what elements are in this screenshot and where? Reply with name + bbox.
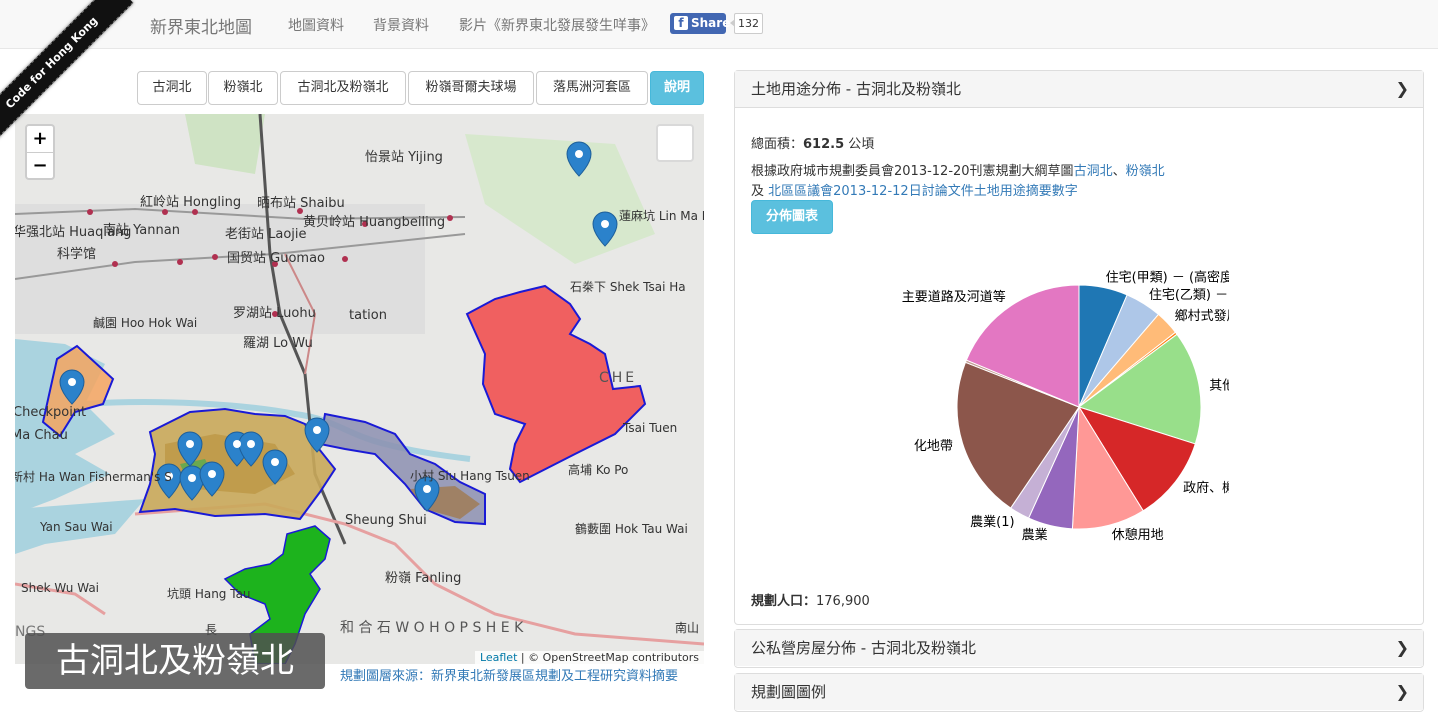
pie-slices	[956, 284, 1202, 530]
nav-background[interactable]: 背景資料	[373, 15, 429, 35]
landuse-panel-heading[interactable]: 土地用途分佈 - 古洞北及粉嶺北 ❯	[735, 71, 1423, 108]
pie-label-9: 化地帶	[914, 439, 953, 454]
label-lin-ma-hang: 蓮麻坑 Lin Ma H	[619, 208, 704, 223]
source-line-2: 及 北區區議會2013-12-12日討論文件土地用途摘要數字	[751, 180, 1078, 199]
map-source-link[interactable]: 規劃圖層來源：新界東北新發展區規劃及工程研究資料摘要	[340, 665, 678, 684]
total-area-value: 612.5	[803, 137, 845, 152]
housing-title: 公私營房屋分佈 - 古洞北及粉嶺北	[751, 639, 976, 657]
label-tsai-tuen: Tsai Tuen	[622, 421, 677, 435]
label-kexueguan: 科学馆	[57, 246, 96, 262]
source-link-ktn[interactable]: 古洞北	[1074, 164, 1113, 179]
label-che: CHE	[599, 370, 637, 386]
navbar: 新界東北地圖 地圖資料 背景資料 影片《新界東北發展發生咩事》 f Share …	[0, 0, 1438, 49]
facebook-share-button[interactable]: f Share	[670, 13, 730, 34]
label-fanling: 粉嶺 Fanling	[385, 571, 461, 586]
label-luohu: 罗湖站 Luohu	[233, 306, 316, 321]
label-ko-po: 高埔 Ko Po	[568, 462, 628, 477]
label-shek-tsai-ha: 石桊下 Shek Tsai Ha	[570, 280, 686, 294]
source-link-fln[interactable]: 粉嶺北	[1126, 164, 1165, 179]
park-northeast	[465, 134, 655, 264]
code-for-hk-ribbon[interactable]: Code for Hong Kong	[0, 0, 134, 145]
label-guomao: 国贸站 Guomao	[227, 251, 325, 266]
housing-panel: 公私營房屋分佈 - 古洞北及粉嶺北 ❯	[734, 629, 1424, 668]
chevron-right-icon: ❯	[1395, 79, 1409, 98]
population-label: 規劃人口：	[751, 594, 817, 609]
distribution-chart-button[interactable]: 分佈圖表	[751, 200, 833, 234]
region-title-overlay: 古洞北及粉嶺北	[25, 633, 325, 689]
osm-attribution: | © OpenStreetMap contributors	[520, 651, 699, 664]
legend-panel: 規劃圖圖例 ❯	[734, 673, 1424, 712]
label-sheung-shui: Sheung Shui	[345, 513, 427, 528]
label-yijing: 怡景站 Yijing	[365, 150, 443, 165]
ribbon-container: Code for Hong Kong	[0, 0, 150, 150]
label-shek-wu-wai: Shek Wu Wai	[21, 581, 99, 595]
map[interactable]: 怡景站 Yijing 紅岭站 Hongling 晒布站 Shaibu 黄贝岭站 …	[15, 114, 704, 664]
label-hok-tau-wai: 鶴藪圍 Hok Tau Wai	[575, 521, 688, 536]
share-count: 132	[730, 13, 763, 34]
pie-label-7: 農業	[1022, 527, 1048, 543]
source-link-district-council[interactable]: 北區區議會2013-12-12日討論文件土地用途摘要數字	[768, 184, 1078, 199]
brand-title[interactable]: 新界東北地圖	[150, 13, 252, 38]
zoom-out-button[interactable]: −	[27, 153, 53, 179]
label-hongling: 紅岭站 Hongling	[140, 195, 241, 210]
pie-label-0: 住宅(甲類) － (高密度)	[1106, 270, 1239, 286]
label-hoo-hok-wai: 鹹園 Hoo Hok Wai	[93, 315, 197, 330]
label-shaibu: 晒布站 Shaibu	[257, 196, 345, 211]
nav-video[interactable]: 影片《新界東北發展發生咩事》	[459, 15, 655, 35]
label-yannan: 南站 Yannan	[103, 222, 180, 238]
label-wo-hop-shek: 和 合 石 W O H O P S H E K	[340, 620, 524, 636]
legend-panel-heading[interactable]: 規劃圖圖例 ❯	[735, 674, 1423, 710]
btn-ktn-and-fln[interactable]: 古洞北及粉嶺北	[280, 71, 406, 105]
landuse-title: 土地用途分佈 - 古洞北及粉嶺北	[751, 80, 961, 98]
map-attribution: Leaflet | © OpenStreetMap contributors	[474, 651, 704, 664]
facebook-icon: f	[674, 16, 688, 30]
label-laojie: 老街站 Laojie	[225, 227, 307, 242]
source-line-1: 根據政府城市規劃委員會2013-12-20刊憲規劃大綱草圖古洞北、粉嶺北	[751, 160, 1165, 179]
park-north	[185, 114, 265, 174]
map-canvas: 怡景站 Yijing 紅岭站 Hongling 晒布站 Shaibu 黄贝岭站 …	[15, 114, 704, 664]
btn-info[interactable]: 說明	[650, 71, 704, 105]
pie-label-4: 其他指定	[1209, 378, 1261, 393]
legend-title: 規劃圖圖例	[751, 683, 827, 701]
pie-label-11: 主要道路及河道等	[902, 289, 1006, 305]
population-value: 176,900	[816, 594, 870, 609]
label-station: tation	[349, 308, 387, 323]
leaflet-link[interactable]: Leaflet	[480, 651, 517, 664]
map-layer-control[interactable]	[656, 124, 694, 162]
pie-label-6: 休憩用地	[1112, 527, 1164, 543]
label-checkpoint: Checkpoint	[15, 405, 86, 420]
total-area-label: 總面積：	[751, 137, 804, 152]
source-separator: 、	[1112, 164, 1126, 179]
label-ma-chau: Ma Chau	[15, 428, 68, 443]
label-lo-wu: 羅湖 Lo Wu	[243, 336, 313, 351]
landuse-panel: 土地用途分佈 - 古洞北及粉嶺北 ❯ 總面積：612.5 公頃 根據政府城市規劃…	[734, 70, 1424, 625]
source-and: 及	[751, 184, 769, 199]
chevron-right-icon: ❯	[1395, 682, 1409, 701]
pie-label-8: 農業(1)	[970, 514, 1014, 530]
label-ha-wan: 新村 Ha Wan Fisherman's S	[15, 469, 172, 484]
label-hang-tau: 坑頭 Hang Tau	[167, 586, 251, 601]
housing-panel-heading[interactable]: 公私營房屋分佈 - 古洞北及粉嶺北 ❯	[735, 630, 1423, 666]
planned-population: 規劃人口：176,900	[751, 590, 870, 609]
btn-fanling-north[interactable]: 粉嶺北	[208, 71, 278, 105]
nav-map-data[interactable]: 地圖資料	[288, 15, 344, 35]
chevron-right-icon: ❯	[1395, 638, 1409, 657]
label-huangbeiling: 黄贝岭站 Huangbeiling	[303, 215, 445, 230]
source-text: 根據政府城市規劃委員會2013-12-20刊憲規劃大綱草圖	[751, 164, 1074, 179]
btn-lok-ma-chau-loop[interactable]: 落馬洲河套區	[536, 71, 648, 105]
total-area-unit: 公頃	[844, 137, 875, 152]
pie-label-5: 政府、機構或社	[1183, 480, 1274, 496]
pie-label-2: 鄉村式發展	[1175, 308, 1240, 324]
label-siu-hang-tsuen: 小村 Siu Hang Tsuen	[410, 469, 530, 483]
label-yan-sau-wai: Yan Sau Wai	[39, 520, 113, 534]
share-label: Share	[691, 16, 731, 30]
btn-fanling-golf[interactable]: 粉嶺哥爾夫球場	[408, 71, 534, 105]
total-area: 總面積：612.5 公頃	[751, 133, 874, 152]
label-nam-shan: 南山	[675, 620, 699, 635]
pie-label-1: 住宅(乙類) － (中密度)	[1149, 287, 1282, 303]
landuse-pie-chart: 住宅(甲類) － (高密度)住宅(乙類) － (中密度) 鄉村式發展其他指定政府、…	[902, 270, 1282, 544]
